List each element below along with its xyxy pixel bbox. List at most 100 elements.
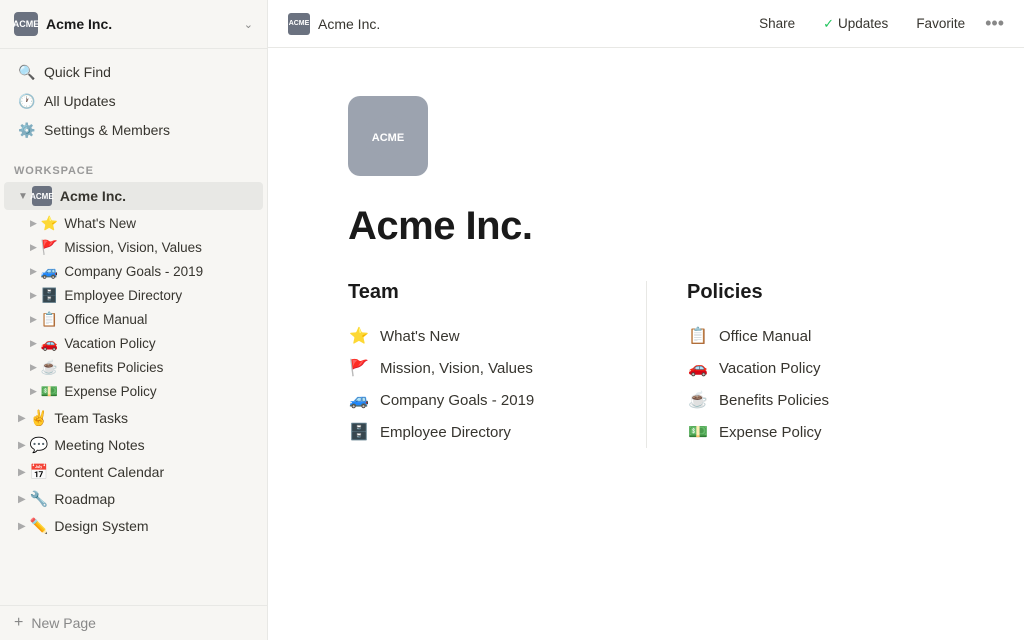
sidebar-workspace-item[interactable]: ▼ ACME Acme Inc. (4, 182, 263, 210)
expand-arrow-icon: ▶ (18, 521, 26, 532)
sidebar-item-all-updates[interactable]: 🕐 All Updates (4, 87, 263, 115)
updates-button[interactable]: ✓ Updates (815, 12, 896, 36)
policies-item-benefits-policies[interactable]: ☕ Benefits Policies (687, 384, 944, 416)
sidebar-item-team-tasks[interactable]: ▶ ✌️ Team Tasks (4, 405, 263, 431)
sidebar-item-content-calendar[interactable]: ▶ 📅 Content Calendar (4, 459, 263, 485)
policies-section-title: Policies (687, 281, 944, 304)
page-label: Roadmap (54, 491, 115, 507)
sidebar-item-employee-directory[interactable]: ▶ 🗄️ Employee Directory (4, 284, 263, 307)
topbar: ACME Acme Inc. Share ✓ Updates Favorite … (268, 0, 1024, 48)
item-emoji: 🚙 (348, 390, 370, 410)
sidebar-item-benefits-policies[interactable]: ▶ ☕ Benefits Policies (4, 356, 263, 379)
page-emoji: ⭐ (41, 215, 58, 232)
sidebar-workspace-icon: ACME (14, 12, 38, 36)
clock-icon: 🕐 (18, 92, 36, 110)
item-label: Employee Directory (380, 424, 511, 441)
sidebar-item-quick-find[interactable]: 🔍 Quick Find (4, 58, 263, 86)
chevron-down-icon: ⌄ (244, 18, 253, 31)
item-label: Mission, Vision, Values (380, 360, 533, 377)
item-label: Company Goals - 2019 (380, 392, 534, 409)
topbar-title: Acme Inc. (318, 16, 751, 32)
two-column-section: Team ⭐ What's New 🚩 Mission, Vision, Val… (348, 281, 944, 448)
policies-column: Policies 📋 Office Manual 🚗 Vacation Poli… (646, 281, 944, 448)
more-options-icon[interactable]: ••• (985, 13, 1004, 34)
policies-item-office-manual[interactable]: 📋 Office Manual (687, 320, 944, 352)
page-label: Meeting Notes (54, 437, 144, 453)
expand-arrow-icon: ▶ (18, 467, 26, 478)
workspace-section-label: WORKSPACE (0, 153, 267, 181)
team-item-whats-new[interactable]: ⭐ What's New (348, 320, 606, 352)
item-label: Office Manual (719, 328, 811, 345)
page-label: Employee Directory (64, 288, 182, 303)
sidebar-pages-list: ▶ ⭐ What's New ▶ 🚩 Mission, Vision, Valu… (0, 211, 267, 404)
page-label: Vacation Policy (64, 336, 155, 351)
plus-icon: + (14, 614, 23, 632)
item-emoji: 💵 (687, 422, 709, 442)
share-button[interactable]: Share (751, 12, 803, 35)
favorite-button[interactable]: Favorite (908, 12, 973, 35)
policies-item-vacation-policy[interactable]: 🚗 Vacation Policy (687, 352, 944, 384)
sidebar-item-roadmap[interactable]: ▶ 🔧 Roadmap (4, 486, 263, 512)
sidebar-item-meeting-notes[interactable]: ▶ 💬 Meeting Notes (4, 432, 263, 458)
sidebar-workspace-header[interactable]: ACME Acme Inc. ⌄ (0, 0, 267, 49)
acme-logo: ACME (348, 96, 428, 176)
page-emoji: 📋 (41, 311, 58, 328)
item-emoji: 🚗 (687, 358, 709, 378)
sidebar-item-company-goals[interactable]: ▶ 🚙 Company Goals - 2019 (4, 260, 263, 283)
check-icon: ✓ (823, 16, 834, 32)
new-page-label: New Page (31, 615, 96, 631)
policies-item-expense-policy[interactable]: 💵 Expense Policy (687, 416, 944, 448)
page-emoji: 🚙 (41, 263, 58, 280)
item-label: Expense Policy (719, 424, 822, 441)
search-icon: 🔍 (18, 63, 36, 81)
workspace-item-icon: ACME (32, 186, 52, 206)
sidebar-item-office-manual[interactable]: ▶ 📋 Office Manual (4, 308, 263, 331)
team-item-company-goals[interactable]: 🚙 Company Goals - 2019 (348, 384, 606, 416)
expand-arrow-icon: ▶ (18, 494, 26, 505)
page-emoji: ✏️ (30, 517, 49, 535)
team-column: Team ⭐ What's New 🚩 Mission, Vision, Val… (348, 281, 646, 448)
sidebar-item-design-system[interactable]: ▶ ✏️ Design System (4, 513, 263, 539)
page-body: ACME Acme Inc. Team ⭐ What's New 🚩 Missi… (268, 48, 1024, 640)
item-label: Vacation Policy (719, 360, 820, 377)
page-label: Benefits Policies (64, 360, 163, 375)
item-emoji: 📋 (687, 326, 709, 346)
page-label: Design System (54, 518, 148, 534)
expand-arrow-icon: ▶ (30, 266, 37, 277)
expand-arrow-icon: ▶ (30, 362, 37, 373)
item-emoji: ☕ (687, 390, 709, 410)
page-emoji: 🚗 (41, 335, 58, 352)
expand-arrow-icon: ▶ (30, 218, 37, 229)
sidebar-item-settings[interactable]: ⚙️ Settings & Members (4, 116, 263, 144)
sidebar: ACME Acme Inc. ⌄ 🔍 Quick Find 🕐 All Upda… (0, 0, 268, 640)
page-label: Mission, Vision, Values (64, 240, 202, 255)
page-title: Acme Inc. (348, 204, 944, 249)
team-item-mission[interactable]: 🚩 Mission, Vision, Values (348, 352, 606, 384)
team-item-employee-directory[interactable]: 🗄️ Employee Directory (348, 416, 606, 448)
expand-arrow-icon: ▶ (30, 242, 37, 253)
page-label: Team Tasks (54, 410, 128, 426)
sidebar-item-label: Settings & Members (44, 122, 170, 138)
page-emoji: ☕ (41, 359, 58, 376)
sidebar-item-label: Quick Find (44, 64, 111, 80)
expand-arrow-icon: ▶ (18, 440, 26, 451)
sidebar-item-vacation-policy[interactable]: ▶ 🚗 Vacation Policy (4, 332, 263, 355)
page-label: What's New (64, 216, 136, 231)
item-emoji: 🗄️ (348, 422, 370, 442)
svg-text:ACME: ACME (372, 132, 404, 144)
page-emoji: 💵 (41, 383, 58, 400)
sidebar-top-pages: ▶ ✌️ Team Tasks ▶ 💬 Meeting Notes ▶ 📅 Co… (0, 404, 267, 540)
sidebar-item-expense-policy[interactable]: ▶ 💵 Expense Policy (4, 380, 263, 403)
expand-arrow-icon: ▶ (30, 386, 37, 397)
topbar-logo: ACME (288, 13, 310, 35)
page-label: Company Goals - 2019 (64, 264, 203, 279)
expand-arrow-icon: ▶ (30, 290, 37, 301)
new-page-button[interactable]: + New Page (0, 605, 267, 640)
sidebar-nav: 🔍 Quick Find 🕐 All Updates ⚙️ Settings &… (0, 49, 267, 153)
team-section-title: Team (348, 281, 606, 304)
sidebar-item-mission[interactable]: ▶ 🚩 Mission, Vision, Values (4, 236, 263, 259)
expand-arrow-icon: ▶ (30, 314, 37, 325)
page-emoji: 🗄️ (41, 287, 58, 304)
page-label: Expense Policy (64, 384, 156, 399)
sidebar-item-whats-new[interactable]: ▶ ⭐ What's New (4, 212, 263, 235)
